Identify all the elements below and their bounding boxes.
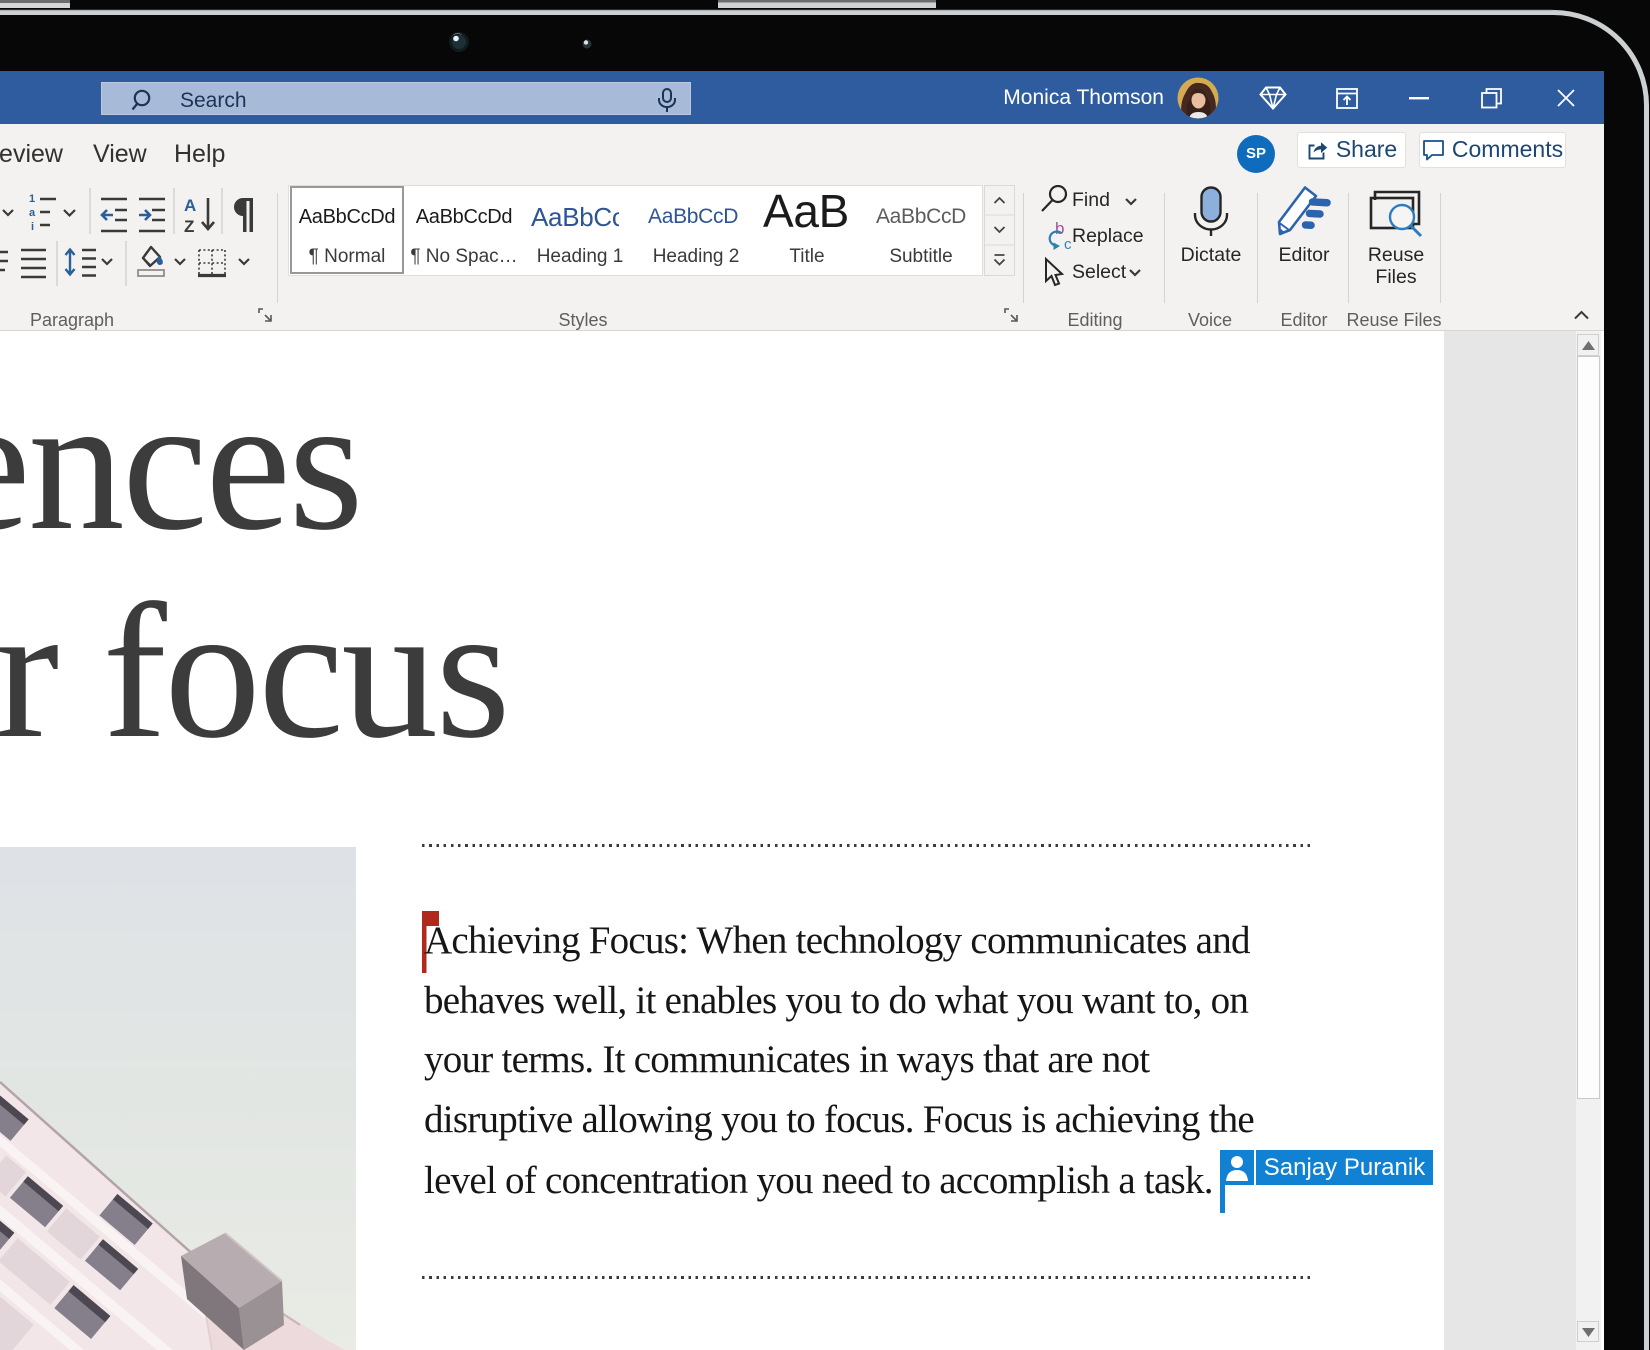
- svg-text:a: a: [29, 207, 36, 219]
- svg-text:c: c: [1064, 236, 1072, 253]
- svg-text:A: A: [184, 196, 196, 215]
- svg-text:i: i: [31, 221, 34, 233]
- svg-text:1: 1: [29, 193, 35, 205]
- svg-text:Z: Z: [184, 217, 194, 236]
